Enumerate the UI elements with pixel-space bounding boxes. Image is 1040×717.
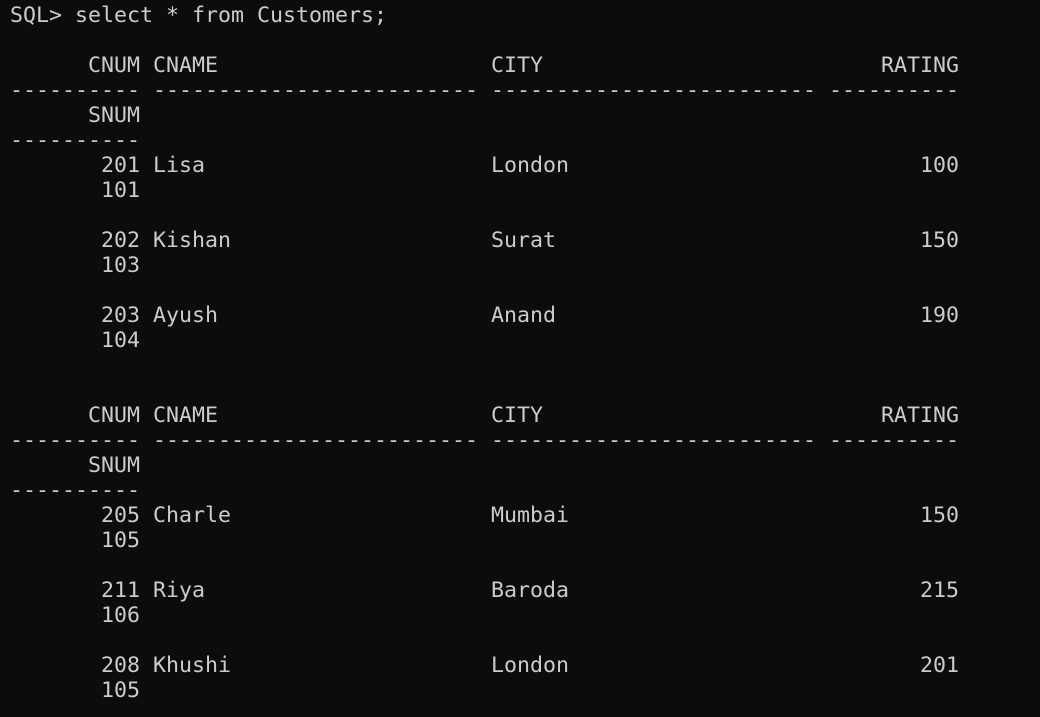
output-line: 105 <box>10 678 141 703</box>
output-line: 101 <box>10 178 141 203</box>
output-line: 104 <box>10 328 141 353</box>
output-line: CNUM CNAME CITY RATING <box>10 403 960 428</box>
output-line: ---------- ------------------------- ---… <box>10 428 960 453</box>
output-line: 103 <box>10 253 141 278</box>
output-line: 202 Kishan Surat 150 <box>10 228 960 253</box>
output-line: 205 Charle Mumbai 150 <box>10 503 960 528</box>
output-line: CNUM CNAME CITY RATING <box>10 53 960 78</box>
sql-prompt: SQL> <box>10 3 63 28</box>
output-line: 201 Lisa London 100 <box>10 153 960 178</box>
output-line: 211 Riya Baroda 215 <box>10 578 960 603</box>
output-line: 208 Khushi London 201 <box>10 653 960 678</box>
output-line: SNUM <box>10 103 141 128</box>
output-line: ---------- ------------------------- ---… <box>10 78 960 103</box>
command-line: SQL> select * from Customers; <box>10 3 387 28</box>
output-line: ---------- <box>10 128 141 153</box>
terminal-window[interactable]: SQL> select * from Customers; CNUM CNAME… <box>0 0 1040 717</box>
output-line: 106 <box>10 603 141 628</box>
sql-command: select * from Customers; <box>75 3 388 28</box>
output-line: 105 <box>10 528 141 553</box>
output-line: SNUM <box>10 453 141 478</box>
output-line: ---------- <box>10 478 141 503</box>
output-line: 203 Ayush Anand 190 <box>10 303 960 328</box>
